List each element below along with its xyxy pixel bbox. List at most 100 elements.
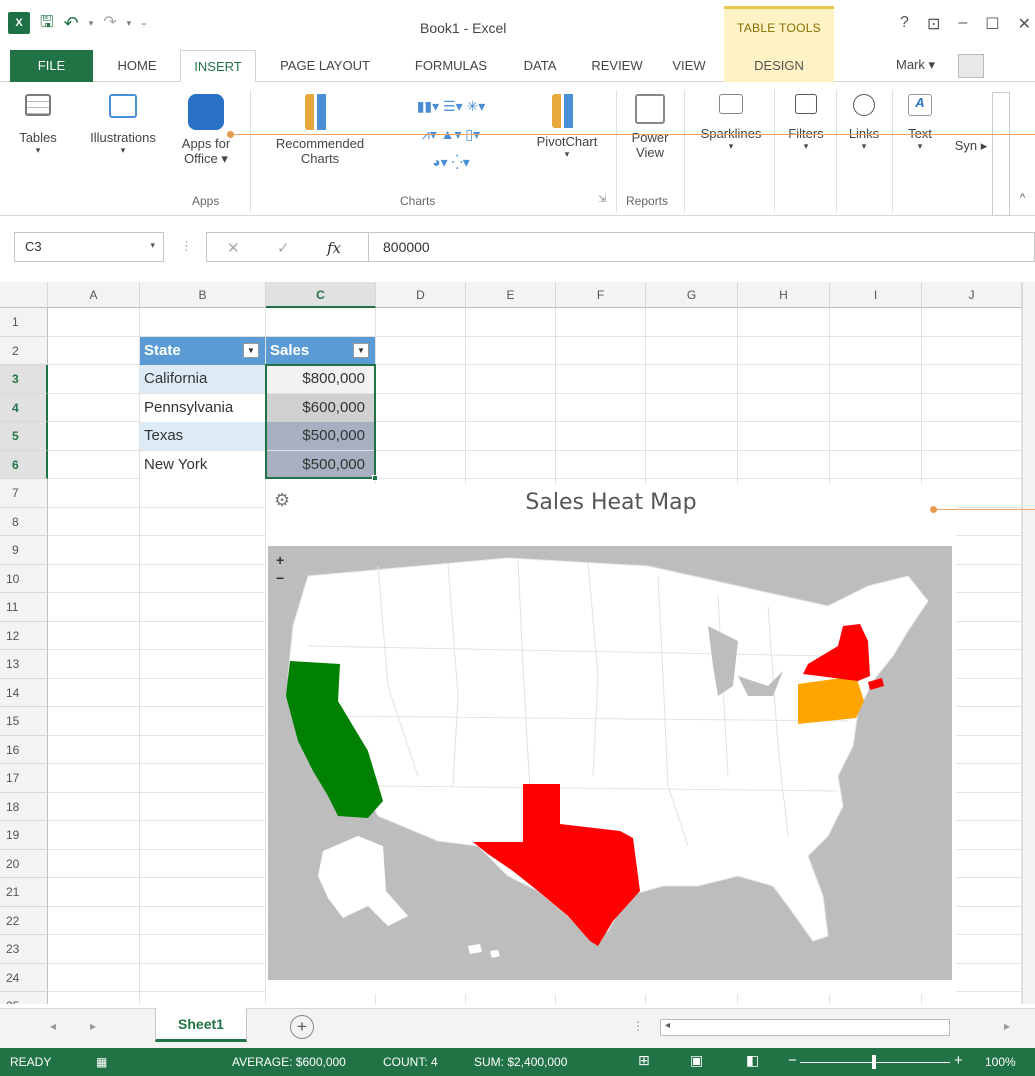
charts-dialog-launcher-icon[interactable]: ⇲ <box>598 194 606 205</box>
prev-sheet-icon[interactable]: ◂ <box>50 1019 56 1033</box>
zoom-in-icon[interactable]: + <box>954 1052 963 1069</box>
macro-record-icon[interactable]: ▦ <box>96 1055 107 1069</box>
zoom-level[interactable]: 100% <box>985 1055 1016 1069</box>
column-header[interactable]: F <box>556 282 646 308</box>
table-header-sales[interactable]: Sales ▼ <box>266 336 375 365</box>
ribbon-display-icon[interactable]: ⊡ <box>927 14 940 34</box>
filter-dropdown-icon[interactable]: ▼ <box>353 342 369 358</box>
row-header[interactable]: 21 <box>0 878 48 907</box>
row-header[interactable]: 11 <box>0 593 48 622</box>
scroll-right-icon[interactable]: ▸ <box>1004 1019 1010 1033</box>
page-break-view-icon[interactable]: ◧ <box>746 1052 759 1069</box>
undo-icon[interactable]: ↶ <box>64 12 79 34</box>
row-header[interactable]: 14 <box>0 678 48 707</box>
row-header[interactable]: 7 <box>0 479 48 508</box>
help-icon[interactable]: ? <box>900 14 909 34</box>
fill-handle[interactable] <box>372 475 378 481</box>
text-button[interactable]: A Text ▾ <box>898 94 942 152</box>
enter-icon[interactable]: ✓ <box>277 239 290 257</box>
column-chart-icon[interactable]: ▮▮▾ ☰▾ ✳▾ <box>386 92 516 120</box>
map-app[interactable]: ⚙ Sales Heat Map + − <box>266 484 956 994</box>
illustrations-button[interactable]: Illustrations ▾ <box>76 94 170 156</box>
insert-function-icon[interactable]: fx <box>327 239 341 257</box>
user-account[interactable]: Mark ▾ <box>896 50 935 80</box>
next-sheet-icon[interactable]: ▸ <box>90 1019 96 1033</box>
pivotchart-button[interactable]: PivotChart ▾ <box>522 94 612 160</box>
vertical-scrollbar[interactable] <box>1022 282 1035 1004</box>
row-header[interactable]: 4 <box>0 393 48 422</box>
tab-home[interactable]: HOME <box>106 50 168 82</box>
row-header[interactable]: 16 <box>0 735 48 764</box>
horizontal-scrollbar[interactable]: ◂ <box>660 1019 950 1036</box>
row-header[interactable]: 17 <box>0 764 48 793</box>
symbols-button[interactable]: Syn ▸ <box>950 138 992 154</box>
column-header[interactable]: B <box>140 282 266 308</box>
row-header[interactable]: 24 <box>0 963 48 992</box>
tab-review[interactable]: REVIEW <box>580 50 654 82</box>
minimize-icon[interactable]: – <box>958 14 967 34</box>
row-header[interactable]: 22 <box>0 906 48 935</box>
maximize-icon[interactable]: ☐ <box>985 14 999 34</box>
state-pennsylvania[interactable] <box>798 676 864 724</box>
zoom-out-button[interactable]: − <box>276 570 284 586</box>
table-cell-state[interactable]: Pennsylvania <box>140 393 265 422</box>
column-header[interactable]: A <box>48 282 140 308</box>
column-header[interactable]: J <box>922 282 1022 308</box>
zoom-in-button[interactable]: + <box>276 552 284 568</box>
tab-file[interactable]: FILE <box>10 50 93 82</box>
row-header[interactable]: 12 <box>0 621 48 650</box>
column-header[interactable]: D <box>376 282 466 308</box>
tab-view[interactable]: VIEW <box>664 50 714 82</box>
recommended-charts-button[interactable]: Recommended Charts <box>258 94 382 166</box>
row-header[interactable]: 6 <box>0 450 48 479</box>
pie-chart-icon[interactable]: ◕▾ ⁛▾ <box>386 148 516 176</box>
save-icon[interactable]: 🖫 <box>40 12 54 34</box>
scroll-left-icon[interactable]: ◂ <box>665 1020 670 1031</box>
tab-design[interactable]: DESIGN <box>724 50 834 82</box>
column-header[interactable]: C <box>266 282 376 308</box>
add-sheet-button[interactable]: + <box>290 1015 314 1039</box>
row-header[interactable]: 13 <box>0 650 48 679</box>
cancel-icon[interactable]: ✕ <box>227 239 240 257</box>
row-header[interactable]: 20 <box>0 849 48 878</box>
table-cell-state[interactable]: New York <box>140 450 265 479</box>
tab-data[interactable]: DATA <box>512 50 568 82</box>
row-header[interactable]: 25 <box>0 992 48 1004</box>
customize-qat-icon[interactable]: ⩦ <box>141 18 146 29</box>
row-header[interactable]: 9 <box>0 536 48 565</box>
table-cell-state[interactable]: California <box>140 365 265 393</box>
collapse-ribbon-icon[interactable]: ^ <box>1020 192 1025 204</box>
avatar[interactable] <box>958 54 984 78</box>
row-header[interactable]: 15 <box>0 707 48 736</box>
column-header[interactable]: G <box>646 282 738 308</box>
table-header-state[interactable]: State ▼ <box>140 336 265 365</box>
row-header[interactable]: 2 <box>0 336 48 365</box>
zoom-out-icon[interactable]: − <box>788 1052 797 1069</box>
tab-insert[interactable]: INSERT <box>180 50 256 83</box>
tab-split-icon[interactable]: ⋮ <box>632 1019 644 1033</box>
page-layout-view-icon[interactable]: ▣ <box>690 1052 703 1069</box>
tables-button[interactable]: Tables ▾ <box>6 94 70 156</box>
sparklines-button[interactable]: Sparklines ▾ <box>690 94 772 152</box>
row-header[interactable]: 23 <box>0 935 48 964</box>
row-header[interactable]: 3 <box>0 365 48 394</box>
row-header[interactable]: 19 <box>0 821 48 850</box>
redo-dropdown-icon[interactable]: ▾ <box>127 18 132 29</box>
power-view-button[interactable]: Power View <box>622 94 678 160</box>
row-header[interactable]: 10 <box>0 564 48 593</box>
row-header[interactable]: 1 <box>0 308 48 337</box>
links-button[interactable]: Links ▾ <box>840 94 888 152</box>
filter-dropdown-icon[interactable]: ▼ <box>243 342 259 358</box>
select-all-corner[interactable] <box>0 282 48 308</box>
undo-dropdown-icon[interactable]: ▾ <box>89 18 94 29</box>
sheet-tab-sheet1[interactable]: Sheet1 <box>155 1008 247 1042</box>
us-map[interactable]: + − <box>268 546 952 980</box>
name-box-dropdown-icon[interactable]: ▾ <box>150 240 155 251</box>
filters-button[interactable]: Filters ▾ <box>778 94 834 152</box>
zoom-slider-thumb[interactable] <box>872 1055 876 1069</box>
table-cell-state[interactable]: Texas <box>140 422 265 450</box>
formula-input[interactable]: 800000 <box>368 232 1035 262</box>
tab-formulas[interactable]: FORMULAS <box>402 50 500 82</box>
close-icon[interactable]: ✕ <box>1018 14 1031 34</box>
row-header[interactable]: 8 <box>0 507 48 536</box>
